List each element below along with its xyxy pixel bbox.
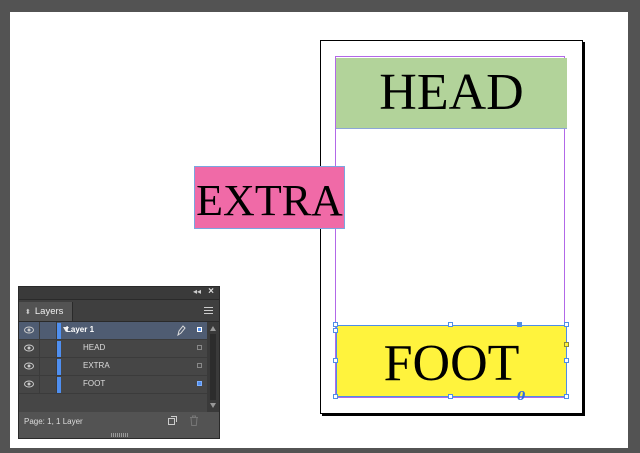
layer-color-swatch — [57, 359, 61, 375]
visibility-eye-icon[interactable] — [24, 380, 34, 388]
foot-text: FOOT — [383, 335, 520, 392]
lock-toggle[interactable] — [39, 340, 57, 358]
layer-item-label: EXTRA — [83, 361, 110, 370]
layer-item-label: HEAD — [83, 343, 106, 352]
layer-color-swatch — [57, 341, 61, 357]
head-text: HEAD — [379, 64, 524, 121]
selection-handle-middle-left[interactable] — [333, 358, 338, 363]
panel-titlebar[interactable]: ◂◂ × — [19, 286, 219, 300]
selection-handle-bottom-left[interactable] — [333, 394, 338, 399]
tab-layers-label: Layers — [34, 306, 64, 317]
item-target-icon[interactable] — [197, 381, 202, 386]
scroll-track[interactable] — [210, 334, 216, 400]
visibility-eye-icon[interactable] — [24, 362, 34, 370]
layer-row-extra[interactable]: EXTRA — [19, 358, 207, 376]
lock-toggle[interactable] — [39, 322, 57, 340]
panel-menu-icon[interactable] — [204, 307, 213, 316]
scroll-down-icon[interactable] — [210, 403, 216, 408]
item-target-icon[interactable] — [197, 363, 202, 368]
layer-row-foot[interactable]: FOOT — [19, 376, 207, 394]
selection-handle-bottom-center[interactable] — [448, 394, 453, 399]
out-port-handle[interactable] — [564, 342, 569, 347]
layer-target-icon[interactable] — [197, 327, 202, 332]
footer-status: Page: 1, 1 Layer — [24, 416, 83, 426]
scroll-up-icon[interactable] — [210, 326, 216, 331]
extra-text-frame[interactable]: EXTRA — [194, 166, 345, 229]
layer-row-head[interactable]: HEAD — [19, 340, 207, 358]
selection-handle-top-right[interactable] — [564, 322, 569, 327]
layer-color-swatch — [57, 323, 61, 339]
layers-scrollbar[interactable] — [207, 322, 219, 412]
tab-layers[interactable]: ⬍ Layers — [19, 302, 73, 321]
pen-icon — [177, 325, 186, 337]
visibility-eye-icon[interactable] — [24, 344, 34, 352]
panel-expand-icon[interactable]: ⬍ — [25, 308, 31, 316]
selection-handle-middle-right[interactable] — [564, 358, 569, 363]
selection-handle-top-left[interactable] — [333, 322, 338, 327]
layers-list: Layer 1 HEAD EXTRA FOOT — [19, 322, 207, 412]
new-layer-icon[interactable] — [168, 416, 177, 425]
layer-row-layer-1[interactable]: Layer 1 — [19, 322, 207, 340]
item-target-icon[interactable] — [197, 345, 202, 350]
lock-toggle[interactable] — [39, 376, 57, 394]
lock-toggle[interactable] — [39, 358, 57, 376]
selection-handle-left-upper[interactable] — [333, 328, 338, 333]
head-text-frame[interactable]: HEAD — [336, 58, 567, 129]
layer-item-label: FOOT — [83, 379, 106, 388]
layers-panel[interactable]: ◂◂ × ⬍ Layers Layer 1 HEAD EXTRA FOOT Pa… — [18, 286, 220, 439]
panel-resize-grip[interactable] — [111, 433, 129, 437]
collapse-panel-icon[interactable]: ◂◂ — [193, 287, 201, 296]
panel-tabbar: ⬍ Layers — [19, 300, 219, 322]
frame-edge-handle[interactable] — [517, 322, 522, 327]
text-path-icon: 0 — [517, 389, 526, 403]
selection-handle-top-center[interactable] — [448, 322, 453, 327]
close-icon[interactable]: × — [208, 286, 214, 297]
panel-footer: Page: 1, 1 Layer — [19, 412, 219, 430]
foot-text-frame[interactable]: FOOT — [336, 325, 567, 397]
visibility-eye-icon[interactable] — [24, 326, 34, 334]
layer-label: Layer 1 — [66, 325, 95, 334]
extra-text: EXTRA — [196, 175, 343, 225]
layer-color-swatch — [57, 377, 61, 393]
trash-icon[interactable] — [189, 415, 199, 426]
selection-handle-bottom-right[interactable] — [564, 394, 569, 399]
